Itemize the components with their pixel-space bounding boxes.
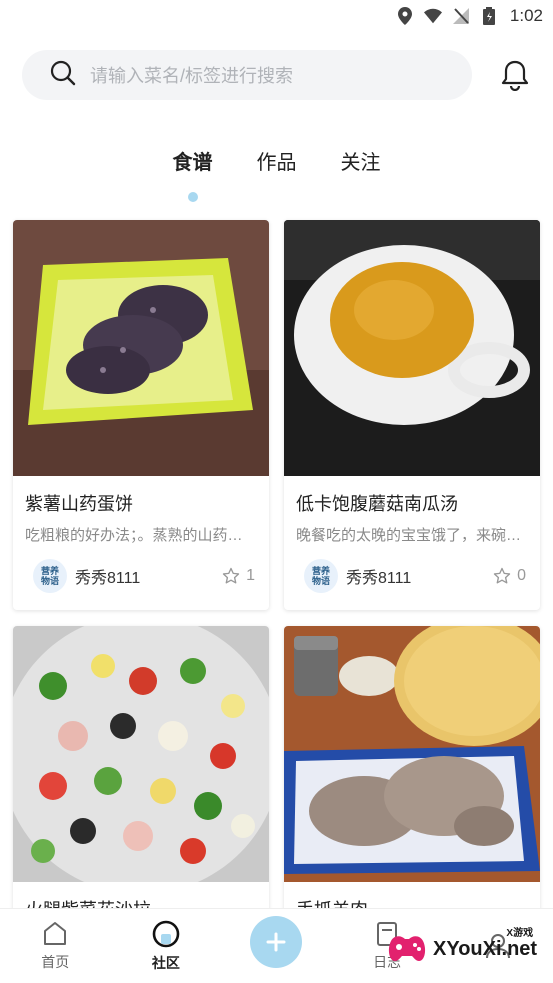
search-icon bbox=[50, 60, 76, 91]
watermark-small-text: X游戏 bbox=[506, 927, 534, 939]
community-icon bbox=[152, 920, 180, 948]
wifi-icon bbox=[423, 7, 442, 25]
like-count: 0 bbox=[517, 567, 526, 584]
tab-label: 作品 bbox=[256, 152, 297, 174]
tab-label: 食谱 bbox=[172, 152, 213, 174]
like-button[interactable]: 1 bbox=[222, 567, 255, 585]
like-count: 1 bbox=[246, 567, 255, 584]
status-time: 1:02 bbox=[509, 6, 543, 25]
avatar-text: 营养 bbox=[40, 566, 59, 576]
gamepad-logo-icon bbox=[388, 936, 426, 961]
avatar-text: 物语 bbox=[311, 576, 330, 586]
tab-follow[interactable]: 关注 bbox=[341, 140, 381, 190]
search-row: 请输入菜名/标签进行搜索 bbox=[22, 50, 532, 100]
recipe-photo bbox=[284, 220, 540, 476]
nav-add[interactable] bbox=[236, 916, 316, 976]
search-input[interactable]: 请输入菜名/标签进行搜索 bbox=[22, 50, 472, 100]
author-name[interactable]: 秀秀8111 bbox=[75, 564, 222, 588]
avatar[interactable]: 营养 物语 bbox=[304, 559, 338, 593]
recipe-card[interactable]: 低卡饱腹蘑菇南瓜汤 晚餐吃的太晚的宝宝饿了，来碗… 营养 物语 秀秀8111 0 bbox=[284, 220, 540, 610]
star-icon bbox=[222, 567, 240, 584]
watermark-text: X游戏 XYouXi.net bbox=[433, 928, 538, 961]
like-button[interactable]: 0 bbox=[493, 567, 526, 585]
recipe-card[interactable]: 手抓羊肉 bbox=[284, 626, 540, 916]
nav-label: 首页 bbox=[41, 954, 70, 970]
recipe-meta: 营养 物语 秀秀8111 1 bbox=[33, 559, 255, 593]
no-signal-icon bbox=[452, 7, 470, 25]
recipe-photo bbox=[13, 626, 269, 882]
recipe-description: 晚餐吃的太晚的宝宝饿了，来碗… bbox=[296, 527, 522, 544]
nav-home[interactable]: 首页 bbox=[15, 920, 95, 972]
add-icon bbox=[266, 932, 286, 952]
recipe-photo bbox=[13, 220, 269, 476]
tab-label: 关注 bbox=[340, 152, 381, 174]
watermark: X游戏 XYouXi.net bbox=[385, 922, 545, 976]
recipe-description: 吃粗粮的好办法；。蒸熟的山药和紫薯… bbox=[25, 527, 257, 544]
avatar-text: 物语 bbox=[40, 576, 59, 586]
add-button[interactable] bbox=[250, 916, 303, 968]
tab-works[interactable]: 作品 bbox=[257, 140, 297, 190]
nav-label: 社区 bbox=[151, 955, 180, 971]
notification-bell-icon[interactable] bbox=[498, 58, 532, 92]
tab-recipes[interactable]: 食谱 bbox=[172, 140, 213, 202]
recipe-meta: 营养 物语 秀秀8111 0 bbox=[304, 559, 526, 593]
tab-bar: 食谱 作品 关注 bbox=[0, 140, 553, 202]
recipe-title: 紫薯山药蛋饼 bbox=[25, 494, 133, 514]
active-tab-indicator bbox=[187, 192, 198, 202]
star-icon bbox=[493, 567, 511, 584]
avatar[interactable]: 营养 物语 bbox=[33, 559, 67, 593]
recipe-card[interactable]: 火腿紫菜花沙拉 bbox=[13, 626, 269, 916]
status-bar: 1:02 bbox=[0, 0, 553, 32]
recipe-card[interactable]: 紫薯山药蛋饼 吃粗粮的好办法；。蒸熟的山药和紫薯… 营养 物语 秀秀8111 1 bbox=[13, 220, 269, 610]
search-placeholder: 请输入菜名/标签进行搜索 bbox=[90, 66, 293, 86]
author-name[interactable]: 秀秀8111 bbox=[346, 564, 493, 588]
location-icon bbox=[396, 7, 414, 25]
battery-icon bbox=[480, 7, 498, 25]
nav-community[interactable]: 社区 bbox=[126, 919, 206, 973]
recipe-photo bbox=[284, 626, 540, 882]
recipe-title: 低卡饱腹蘑菇南瓜汤 bbox=[296, 494, 458, 514]
avatar-text: 营养 bbox=[311, 566, 330, 576]
home-icon bbox=[44, 922, 67, 945]
watermark-main-text: XYouXi.net bbox=[433, 937, 538, 960]
